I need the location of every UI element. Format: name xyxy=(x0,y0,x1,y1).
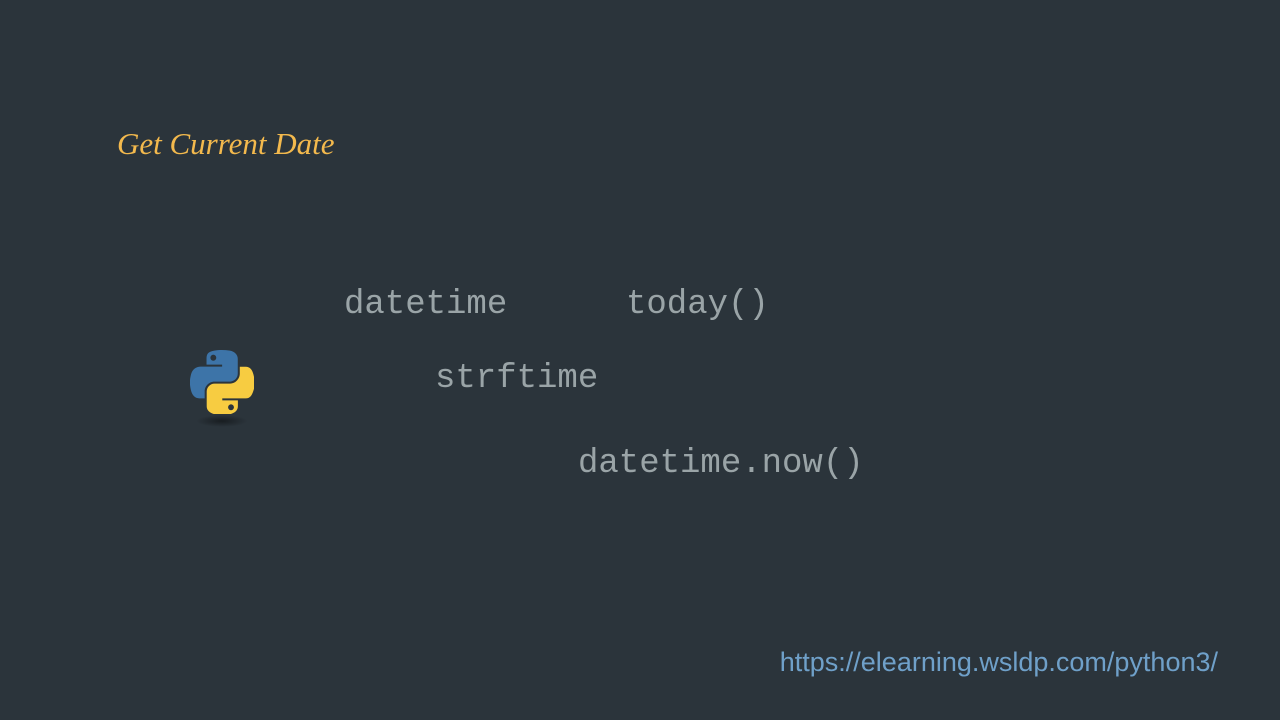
keyword-datetime: datetime xyxy=(344,286,507,324)
footer-url: https://elearning.wsldp.com/python3/ xyxy=(780,647,1218,678)
python-logo-svg xyxy=(190,350,254,414)
python-logo-icon xyxy=(190,350,254,428)
keyword-strftime: strftime xyxy=(435,360,598,398)
slide-title: Get Current Date xyxy=(117,126,335,162)
logo-shadow xyxy=(196,415,248,427)
slide: Get Current Date datetime today() strfti… xyxy=(0,0,1280,720)
keyword-datetime-now: datetime.now() xyxy=(578,445,864,483)
keyword-today: today() xyxy=(626,286,769,324)
